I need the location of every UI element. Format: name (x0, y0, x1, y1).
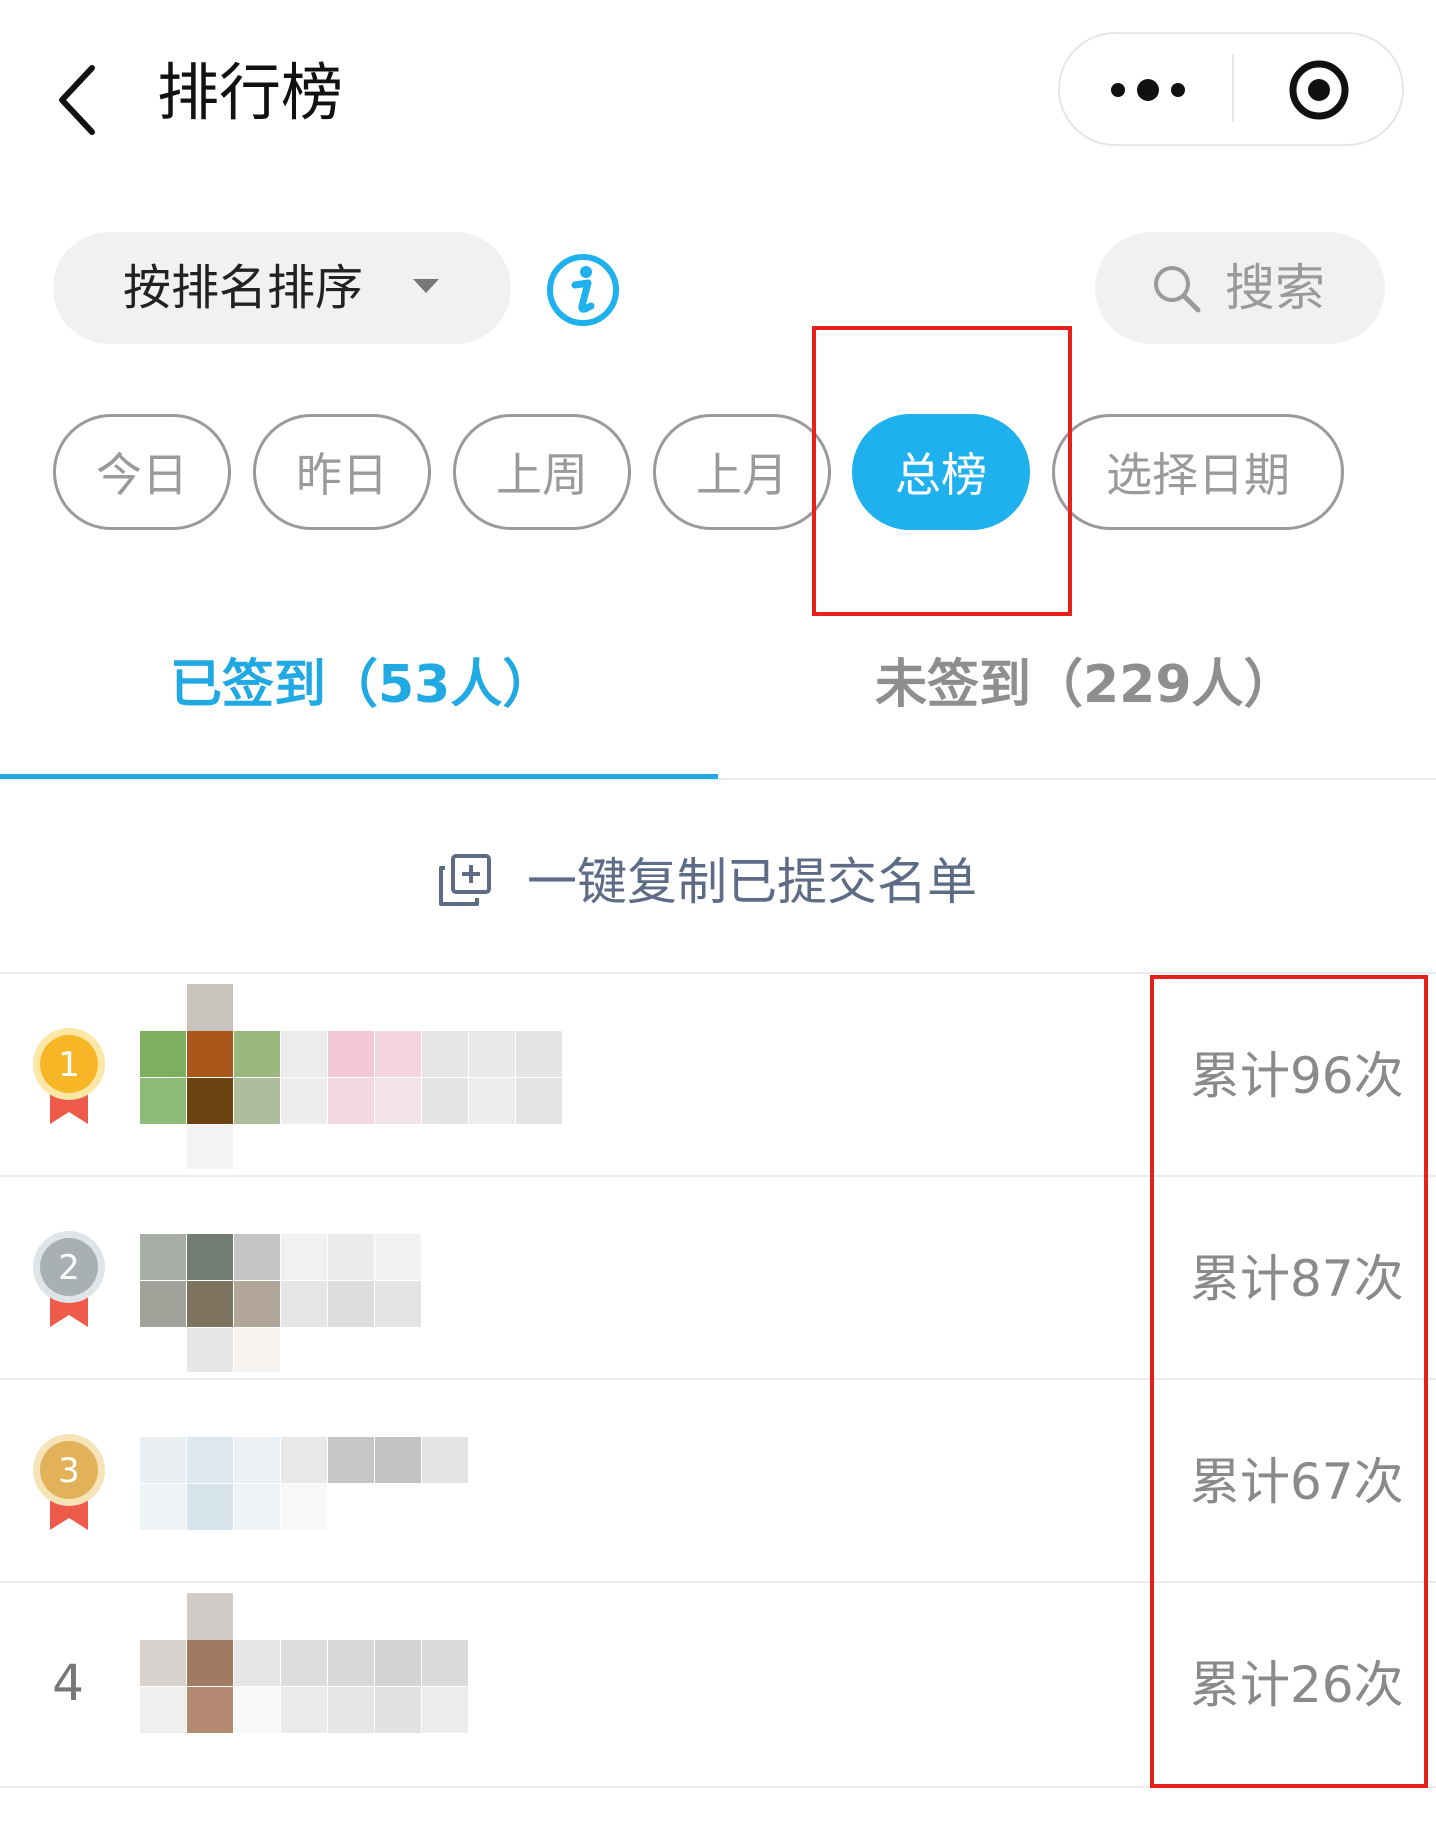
pixelated-user-info (140, 1593, 468, 1733)
back-arrow-icon[interactable] (50, 60, 110, 140)
copy-add-icon (439, 854, 491, 906)
tab-checked-in[interactable]: 已签到（53人） (170, 640, 554, 730)
sort-dropdown[interactable]: 按排名排序 (53, 232, 511, 344)
sort-dropdown-label: 按排名排序 (123, 260, 364, 316)
pixelated-user-info (140, 984, 562, 1169)
active-tab-indicator (0, 774, 718, 779)
tab-not-checked-in[interactable]: 未签到（229人） (875, 640, 1296, 730)
caret-down-icon (413, 279, 439, 293)
annotation-highlight-counts (1150, 975, 1428, 1788)
page-title: 排行榜 (157, 56, 344, 129)
filter-chip-select-date[interactable]: 选择日期 (1052, 414, 1344, 530)
search-icon (1154, 266, 1201, 313)
gold-medal-icon: 1 (33, 1028, 105, 1124)
pixelated-user-info (140, 1437, 468, 1530)
silver-medal-icon: 2 (33, 1231, 105, 1327)
search-label: 搜索 (1225, 259, 1325, 317)
pixelated-user-info (140, 1234, 421, 1372)
copy-submitted-list-label: 一键复制已提交名单 (527, 853, 977, 911)
search-button[interactable]: 搜索 (1095, 232, 1385, 344)
filter-chip-last-week[interactable]: 上周 (453, 414, 631, 530)
svg-text:3: 3 (58, 1451, 80, 1491)
info-icon[interactable] (545, 252, 621, 328)
more-dots-icon[interactable] (1108, 78, 1208, 102)
copy-submitted-list-button[interactable]: 一键复制已提交名单 (437, 840, 1017, 930)
rank-number: 4 (52, 1654, 84, 1712)
svg-text:2: 2 (58, 1248, 80, 1288)
annotation-highlight-overall (812, 326, 1072, 616)
capsule-divider (1232, 54, 1234, 122)
filter-chip-yesterday[interactable]: 昨日 (253, 414, 431, 530)
filter-chip-last-month[interactable]: 上月 (653, 414, 831, 530)
bronze-medal-icon: 3 (33, 1434, 105, 1530)
filter-chip-today[interactable]: 今日 (53, 414, 231, 530)
svg-text:1: 1 (58, 1045, 80, 1085)
close-target-icon[interactable] (1287, 58, 1351, 122)
